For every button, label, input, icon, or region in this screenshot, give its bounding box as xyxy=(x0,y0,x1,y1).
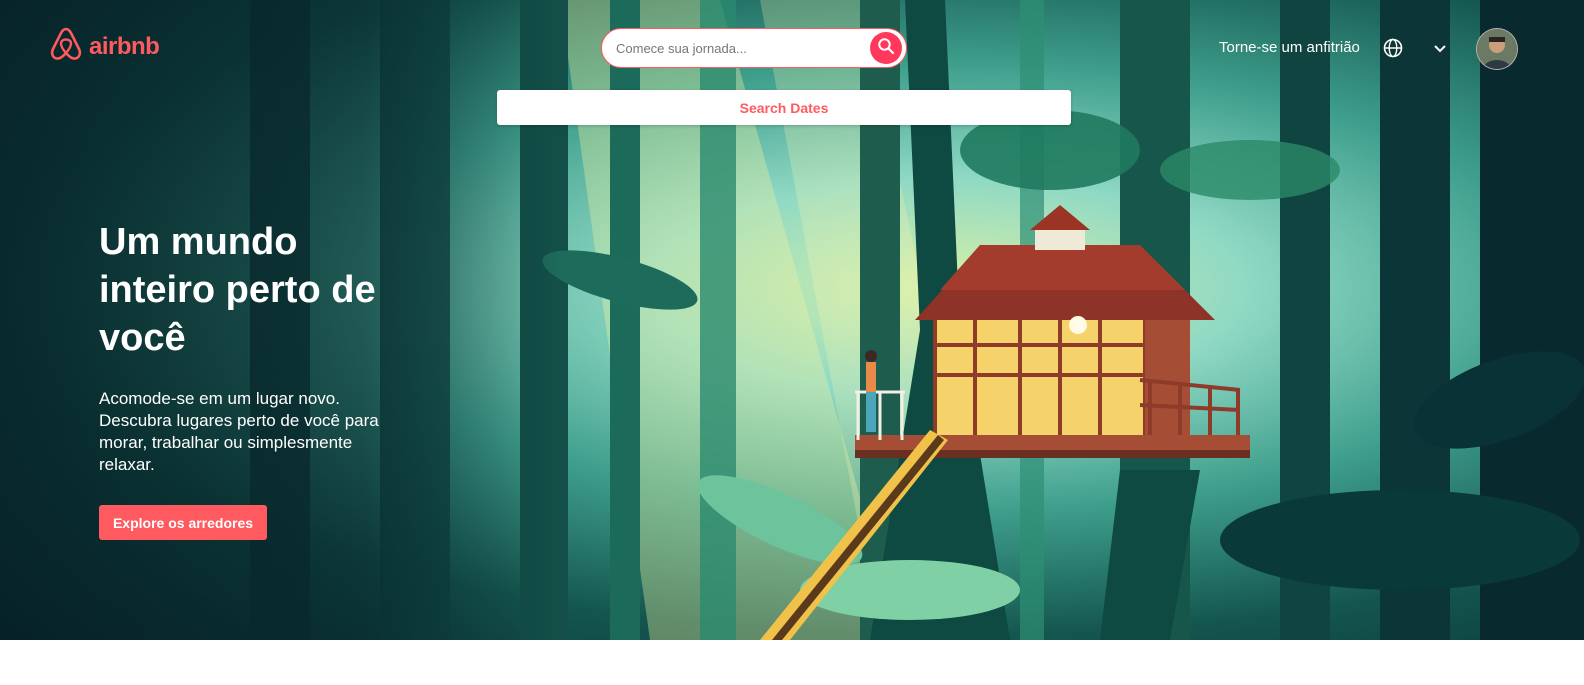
search-input[interactable] xyxy=(614,39,858,57)
become-host-link[interactable]: Torne-se um anfitrião xyxy=(1219,39,1360,56)
user-avatar[interactable] xyxy=(1476,28,1518,70)
airbnb-logo[interactable]: airbnb xyxy=(49,26,160,67)
logo-text: airbnb xyxy=(89,32,160,60)
chevron-down-icon[interactable] xyxy=(1432,40,1448,61)
search-bar xyxy=(601,28,907,68)
globe-icon[interactable] xyxy=(1383,38,1403,63)
search-dates-button[interactable]: Search Dates xyxy=(497,90,1071,125)
search-button[interactable] xyxy=(870,32,902,64)
airbnb-belo-icon xyxy=(49,26,83,67)
hero-subtitle: Acomode-se em um lugar novo. Descubra lu… xyxy=(99,389,379,474)
explore-nearby-button[interactable]: Explore os arredores xyxy=(99,505,267,540)
search-icon xyxy=(877,37,895,60)
hero-title: Um mundo inteiro perto de você xyxy=(99,221,376,359)
